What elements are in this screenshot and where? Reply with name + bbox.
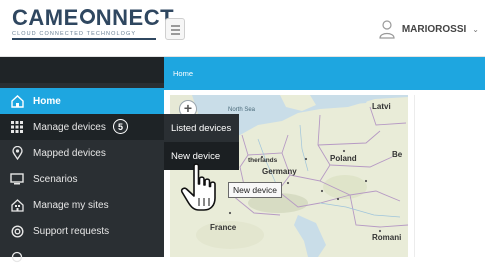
username: MARIOROSSI <box>401 23 467 35</box>
monitor-icon <box>9 171 25 187</box>
map-label-belarus: Be <box>392 150 403 159</box>
sidebar-item-label: Support requests <box>33 225 110 237</box>
grid-icon <box>9 119 25 135</box>
map-label-poland: Poland <box>330 154 357 163</box>
hand-cursor-icon <box>180 163 216 211</box>
side-panel <box>414 95 485 257</box>
sidebar-item-manage-my-sites[interactable]: Manage my sites <box>0 192 164 218</box>
submenu-item-listed-devices[interactable]: Listed devices <box>164 114 239 142</box>
map-label-latvia: Latvi <box>372 102 391 111</box>
step-number-badge: 5 <box>113 119 128 134</box>
map-label-romania: Romani <box>372 233 402 242</box>
sidebar-item-label: Scenarios <box>33 173 78 185</box>
sidebar-header <box>0 57 164 83</box>
sidebar-item-mapped-devices[interactable]: Mapped devices <box>0 140 164 166</box>
hamburger-icon[interactable] <box>165 18 185 40</box>
map-label-france: France <box>210 223 237 232</box>
sidebar-item-label: Mapped devices <box>33 147 106 159</box>
sidebar-item-label: Home <box>33 95 61 107</box>
map-pin-icon <box>9 145 25 161</box>
came-connect-logo[interactable]: CAME NNECT CLOUD CONNECTED TECHNOLOGY <box>12 7 174 40</box>
sidebar-item-scenarios[interactable]: Scenarios <box>0 166 164 192</box>
user-menu[interactable]: MARIOROSSI ⌄ <box>378 18 479 40</box>
sidebar-item-manage-devices[interactable]: Manage devices 5 <box>0 114 164 140</box>
chevron-down-icon: ⌄ <box>472 24 479 34</box>
sidebar-item-label: Manage my sites <box>33 199 109 211</box>
map-label-netherlands: therlands <box>248 157 278 164</box>
more-icon <box>9 249 25 265</box>
logo-wordmark: CAME NNECT <box>12 5 175 30</box>
logo-underline <box>12 38 156 40</box>
home-icon <box>9 93 25 109</box>
logo-tagline: CLOUD CONNECTED TECHNOLOGY <box>12 31 137 37</box>
map-label-germany: Germany <box>262 167 297 176</box>
breadcrumb-home[interactable]: Home <box>173 69 193 78</box>
sidebar-item-partial[interactable] <box>0 244 164 270</box>
support-icon <box>9 223 25 239</box>
building-icon <box>9 197 25 213</box>
breadcrumb: Home <box>164 57 485 90</box>
top-header: CAME NNECT CLOUD CONNECTED TECHNOLOGY MAR… <box>0 0 485 57</box>
logo-ring-icon <box>79 9 95 24</box>
user-icon <box>379 20 395 39</box>
sidebar-item-home[interactable]: Home <box>0 88 164 114</box>
sidebar-item-support-requests[interactable]: Support requests <box>0 218 164 244</box>
map-label-north-sea: North Sea <box>228 107 256 113</box>
sidebar-item-label: Manage devices <box>33 121 106 133</box>
new-device-tooltip: New device <box>228 182 282 198</box>
